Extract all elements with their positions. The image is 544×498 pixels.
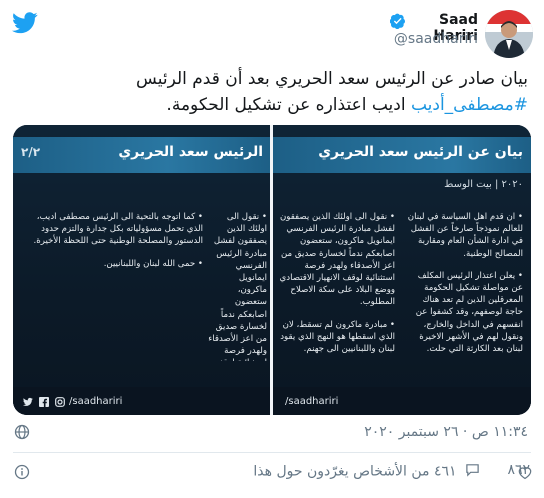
info-icon[interactable] [14, 464, 30, 480]
card-social-handle-right: /saadhariri [285, 396, 339, 407]
right-bullets: ان قدم اهل السياسة في لبنان للعالم نموذج… [405, 211, 523, 365]
card-header-left: الرئيس سعد الحريري ٢/٢ [13, 137, 271, 173]
talking-text: ٤٦١ من الأشخاص يغرّدون حول هذا [253, 463, 457, 480]
left-mid-bullet-1: نقول الى اولئك الذين يصفقون لفشل مبادرة … [207, 211, 267, 361]
right-bullet-2: يعلن اعتذار الرئيس المكلف عن مواصلة تشكي… [405, 270, 523, 355]
card-footer-left: /saadhariri [13, 387, 271, 415]
twitter-icon [23, 397, 33, 407]
talking-about-link[interactable]: ٤٦١ من الأشخاص يغرّدون حول هذا [208, 462, 480, 481]
card-subtitle-right: ٢٠٢٠ | بيت الوسط [444, 179, 523, 190]
twitter-bird-icon[interactable] [12, 12, 38, 34]
right-bullet-1: ان قدم اهل السياسة في لبنان للعالم نموذج… [405, 211, 523, 260]
social-icons [23, 397, 65, 407]
avatar[interactable] [485, 10, 533, 58]
hashtag-link[interactable]: #مصطفى_أديب [411, 95, 528, 115]
card-header-right: بيان عن الرئيس سعد الحريري [273, 137, 531, 173]
card-page-number: ٢/٢ [21, 145, 41, 159]
heart-icon[interactable] [518, 465, 532, 480]
left-bullet-1: كما اتوجه بالتحية الى الرئيس مصطفى اديب،… [23, 211, 203, 248]
right-mid-bullet-2: مبادرة ماكرون لم تسقط، لان الذي اسقطها ه… [279, 319, 395, 356]
media-image-left[interactable]: الرئيس سعد الحريري ٢/٢ كما اتوجه بالتحية… [13, 125, 271, 415]
tweet-text-line-2: #مصطفى_أديب اديب اعتذاره عن تشكيل الحكوم… [20, 92, 528, 118]
card-social-handle-left: /saadhariri [69, 396, 123, 407]
tweet-timestamp[interactable]: ١١:٣٤ ص · ٢٦ سبتمبر ٢٠٢٠ [260, 424, 528, 440]
tweet-text: بيان صادر عن الرئيس سعد الحريري بعد أن ق… [20, 66, 528, 118]
tweet-media[interactable]: الرئيس سعد الحريري ٢/٢ كما اتوجه بالتحية… [13, 125, 531, 415]
left-mid-bullets: نقول الى اولئك الذين يصفقون لفشل مبادرة … [207, 211, 267, 361]
right-mid-bullets: نقول الى اولئك الذين يصفقون لفشل مبادرة … [279, 211, 395, 365]
card-title-right: بيان عن الرئيس سعد الحريري [318, 144, 523, 160]
card-title-left: الرئيس سعد الحريري [118, 144, 263, 160]
left-bullets: كما اتوجه بالتحية الى الرئيس مصطفى اديب،… [23, 211, 203, 280]
translate-icon[interactable] [14, 424, 30, 440]
media-image-right[interactable]: بيان عن الرئيس سعد الحريري ٢٠٢٠ | بيت ال… [273, 125, 531, 415]
author-handle[interactable]: @saadhariri [392, 31, 478, 47]
verified-badge-icon [389, 13, 406, 30]
instagram-icon [55, 397, 65, 407]
facebook-icon [39, 397, 49, 407]
right-mid-bullet-1: نقول الى اولئك الذين يصفقون لفشل مبادرة … [279, 211, 395, 309]
left-bullet-2: حمى الله لبنان واللبنانيين. [23, 258, 203, 270]
divider [13, 452, 531, 453]
tweet-text-line-1: بيان صادر عن الرئيس سعد الحريري بعد أن ق… [136, 69, 528, 89]
tweet-text-rest: اديب اعتذاره عن تشكيل الحكومة. [166, 95, 406, 115]
card-footer-right: /saadhariri [273, 387, 531, 415]
